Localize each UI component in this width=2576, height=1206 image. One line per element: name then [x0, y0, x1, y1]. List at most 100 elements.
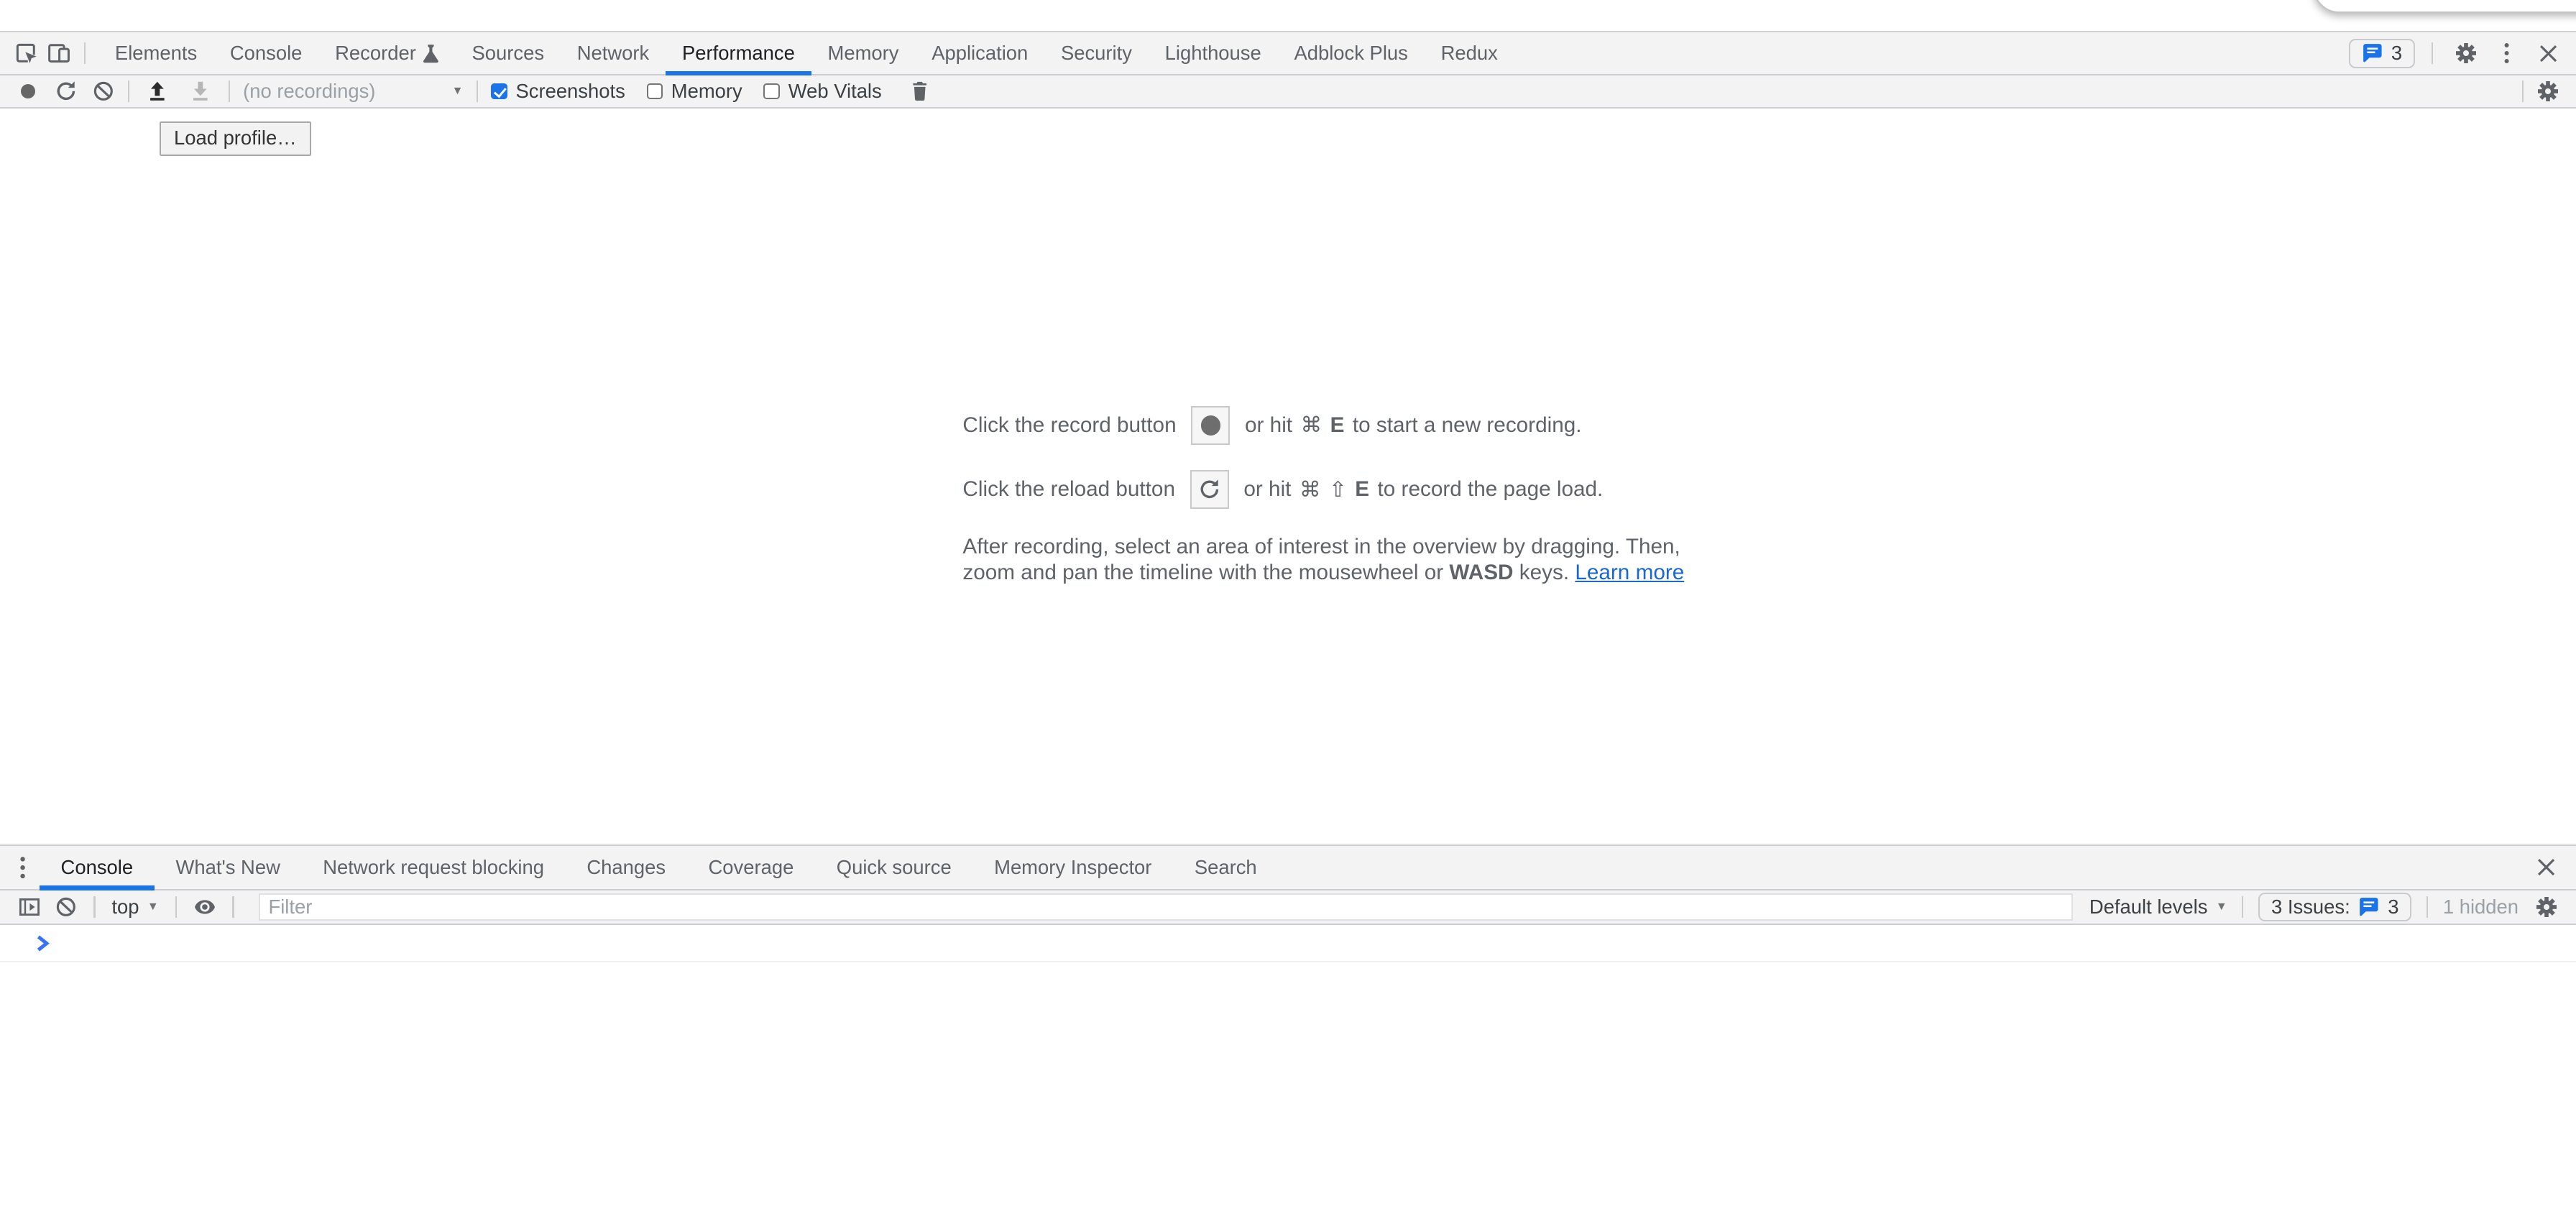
drawer-tab-coverage[interactable]: Coverage	[687, 846, 815, 889]
console-prompt-chevron-icon	[36, 934, 51, 952]
tab-application[interactable]: Application	[915, 32, 1044, 74]
issues-counter-button[interactable]: 3	[2349, 39, 2415, 68]
tab-label: Network	[577, 42, 650, 65]
record-instruction-mid: or hit	[1245, 413, 1292, 438]
devtools-main-tabbar: Elements Console Recorder Sources Networ…	[0, 31, 2576, 75]
divider	[93, 896, 95, 918]
tab-label: Network request blocking	[323, 856, 544, 879]
reload-instruction-line: Click the reload button or hit ⌘ ⇧ E to …	[962, 470, 1684, 510]
device-toolbar-button[interactable]	[42, 40, 75, 67]
kebab-menu-icon	[2503, 42, 2510, 65]
tab-label: Search	[1195, 856, 1257, 879]
hint-line-2: zoom and pan the timeline with the mouse…	[962, 560, 1684, 586]
hint-line-2-pre: zoom and pan the timeline with the mouse…	[962, 561, 1443, 584]
memory-checkbox[interactable]: Memory	[647, 80, 742, 103]
tab-elements[interactable]: Elements	[98, 32, 213, 74]
clear-recordings-button[interactable]	[87, 78, 120, 105]
divider	[175, 896, 177, 918]
checkbox-box	[491, 83, 507, 100]
console-prompt-row[interactable]	[0, 925, 2576, 963]
show-console-sidebar-button[interactable]	[13, 894, 46, 921]
wasd-keys: WASD	[1449, 561, 1513, 584]
tab-label: Memory Inspector	[994, 856, 1151, 879]
chevron-down-icon: ▼	[2216, 901, 2227, 913]
close-devtools-button[interactable]	[2531, 40, 2564, 67]
tab-label: Sources	[472, 42, 545, 65]
levels-select-value: Default levels	[2089, 896, 2208, 919]
tab-console[interactable]: Console	[213, 32, 318, 74]
tab-recorder[interactable]: Recorder	[318, 32, 455, 74]
javascript-context-select[interactable]: top ▼	[111, 896, 158, 919]
clear-console-button[interactable]	[50, 894, 83, 921]
drawer-tab-quick-source[interactable]: Quick source	[815, 846, 972, 889]
chevron-down-icon: ▼	[452, 85, 464, 98]
tab-label: Adblock Plus	[1294, 42, 1407, 65]
tab-sources[interactable]: Sources	[456, 32, 561, 74]
tab-lighthouse[interactable]: Lighthouse	[1149, 32, 1278, 74]
tab-label: Console	[230, 42, 303, 65]
issues-bubble-icon	[2358, 896, 2380, 918]
create-live-expression-button[interactable]	[188, 894, 221, 921]
capture-settings-button[interactable]	[2531, 78, 2564, 105]
console-settings-button[interactable]	[2530, 894, 2563, 921]
log-levels-select[interactable]: Default levels ▼	[2089, 896, 2227, 919]
drawer-tab-search[interactable]: Search	[1173, 846, 1278, 889]
chevron-down-icon: ▼	[147, 901, 159, 913]
drawer-tab-memory-inspector[interactable]: Memory Inspector	[972, 846, 1173, 889]
cmd-key-glyph: ⌘	[1300, 477, 1321, 502]
record-button[interactable]	[12, 78, 45, 105]
divider	[128, 80, 129, 102]
main-menu-button[interactable]	[2490, 40, 2524, 67]
drawer-menu-button[interactable]	[6, 855, 40, 881]
console-filter-input[interactable]	[259, 893, 2073, 921]
tab-label: Security	[1061, 42, 1132, 65]
eye-icon	[193, 896, 216, 919]
console-issues-button[interactable]: 3 Issues: 3	[2258, 893, 2411, 922]
record-instruction-prefix: Click the record button	[962, 413, 1176, 438]
settings-button[interactable]	[2450, 40, 2483, 67]
tab-security[interactable]: Security	[1044, 32, 1149, 74]
tab-label: Application	[932, 42, 1028, 65]
download-arrow-icon	[190, 80, 211, 102]
checkbox-label: Web Vitals	[788, 80, 882, 103]
record-icon	[1201, 415, 1220, 435]
drawer-tab-changes[interactable]: Changes	[566, 846, 687, 889]
divider	[84, 42, 86, 64]
reload-and-record-button[interactable]	[50, 78, 83, 105]
tab-label: Redux	[1441, 42, 1498, 65]
tab-label: Coverage	[709, 856, 794, 879]
tab-redux[interactable]: Redux	[1425, 32, 1514, 74]
drawer-tab-network-request-blocking[interactable]: Network request blocking	[302, 846, 566, 889]
tab-adblock-plus[interactable]: Adblock Plus	[1278, 32, 1425, 74]
garbage-collect-button[interactable]	[903, 78, 936, 105]
reload-icon	[1199, 479, 1220, 500]
learn-more-link[interactable]: Learn more	[1575, 561, 1684, 584]
tab-label: Console	[61, 856, 134, 879]
shortcut-key: E	[1330, 413, 1345, 438]
page-top-strip	[0, 0, 2576, 31]
sidebar-toggle-icon	[18, 896, 41, 919]
tabbar-right-controls: 3	[2349, 39, 2576, 68]
tab-label: Lighthouse	[1165, 42, 1261, 65]
divider	[477, 80, 478, 102]
load-profile-button[interactable]	[141, 78, 174, 105]
tab-network[interactable]: Network	[561, 32, 666, 74]
hint-line-2-post: keys.	[1519, 561, 1569, 584]
inspect-cursor-icon	[14, 41, 38, 65]
close-drawer-button[interactable]	[2530, 855, 2576, 881]
recordings-select[interactable]: (no recordings) ▼	[243, 80, 463, 103]
save-profile-button[interactable]	[184, 78, 217, 105]
record-instruction-line: Click the record button or hit ⌘ E to st…	[962, 406, 1684, 446]
drawer-tab-whats-new[interactable]: What's New	[155, 846, 302, 889]
drawer-tab-console[interactable]: Console	[40, 846, 155, 889]
web-vitals-checkbox[interactable]: Web Vitals	[763, 80, 881, 103]
checkbox-label: Memory	[671, 80, 742, 103]
tab-performance[interactable]: Performance	[666, 32, 811, 74]
screenshots-checkbox[interactable]: Screenshots	[491, 80, 625, 103]
upload-arrow-icon	[147, 80, 168, 102]
issues-bubble-icon	[2362, 42, 2383, 64]
tab-memory[interactable]: Memory	[811, 32, 916, 74]
inspect-element-button[interactable]	[10, 40, 43, 67]
gear-icon	[2535, 896, 2558, 919]
performance-empty-state: Click the record button or hit ⌘ E to st…	[962, 406, 1684, 586]
